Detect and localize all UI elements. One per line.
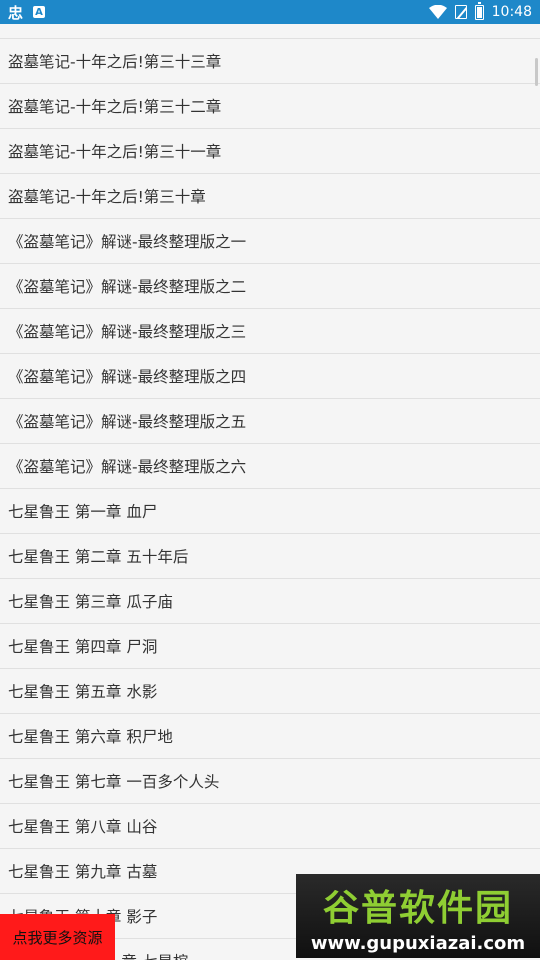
- chapter-item[interactable]: 《盗墓笔记》解谜-最终整理版之五: [0, 399, 540, 444]
- no-sim-icon: [454, 5, 467, 19]
- chapter-item[interactable]: 七星鲁王 第五章 水影: [0, 669, 540, 714]
- chapter-list[interactable]: 盗墓笔记-十年之后!第三十三章 盗墓笔记-十年之后!第三十二章 盗墓笔记-十年之…: [0, 24, 540, 960]
- watermark-logo: 谷普软件园 www.gupuxiazai.com: [296, 874, 540, 958]
- battery-icon: [474, 2, 484, 20]
- chapter-item[interactable]: 盗墓笔记-十年之后!第三十二章: [0, 84, 540, 129]
- chapter-item[interactable]: 《盗墓笔记》解谜-最终整理版之六: [0, 444, 540, 489]
- scrollbar-thumb[interactable]: [535, 58, 538, 86]
- chapter-item[interactable]: 《盗墓笔记》解谜-最终整理版之二: [0, 264, 540, 309]
- chapter-item[interactable]: 七星鲁王 第四章 尸洞: [0, 624, 540, 669]
- status-time: 10:48: [491, 4, 532, 20]
- watermark-title: 谷普软件园: [322, 888, 513, 929]
- wifi-icon: [428, 5, 447, 19]
- app-notification-icon: 忠: [8, 3, 24, 22]
- chapter-item[interactable]: 盗墓笔记-十年之后!第三十一章: [0, 129, 540, 174]
- chapter-item[interactable]: 《盗墓笔记》解谜-最终整理版之三: [0, 309, 540, 354]
- list-top-divider: [0, 24, 540, 39]
- chapter-item[interactable]: 七星鲁王 第七章 一百多个人头: [0, 759, 540, 804]
- chapter-item[interactable]: 七星鲁王 第六章 积尸地: [0, 714, 540, 759]
- chapter-item[interactable]: 《盗墓笔记》解谜-最终整理版之一: [0, 219, 540, 264]
- chapter-item[interactable]: 七星鲁王 第一章 血尸: [0, 489, 540, 534]
- chapter-item[interactable]: 盗墓笔记-十年之后!第三十章: [0, 174, 540, 219]
- a-notification-icon: A: [33, 6, 46, 18]
- chapter-item[interactable]: 七星鲁王 第二章 五十年后: [0, 534, 540, 579]
- more-resources-button[interactable]: 点我更多资源: [0, 914, 115, 960]
- status-bar: 忠 A 10:48: [0, 0, 540, 24]
- chapter-item[interactable]: 七星鲁王 第八章 山谷: [0, 804, 540, 849]
- watermark-url: www.gupuxiazai.com: [310, 932, 526, 954]
- chapter-item[interactable]: 盗墓笔记-十年之后!第三十三章: [0, 39, 540, 84]
- chapter-item[interactable]: 七星鲁王 第三章 瓜子庙: [0, 579, 540, 624]
- chapter-item[interactable]: 《盗墓笔记》解谜-最终整理版之四: [0, 354, 540, 399]
